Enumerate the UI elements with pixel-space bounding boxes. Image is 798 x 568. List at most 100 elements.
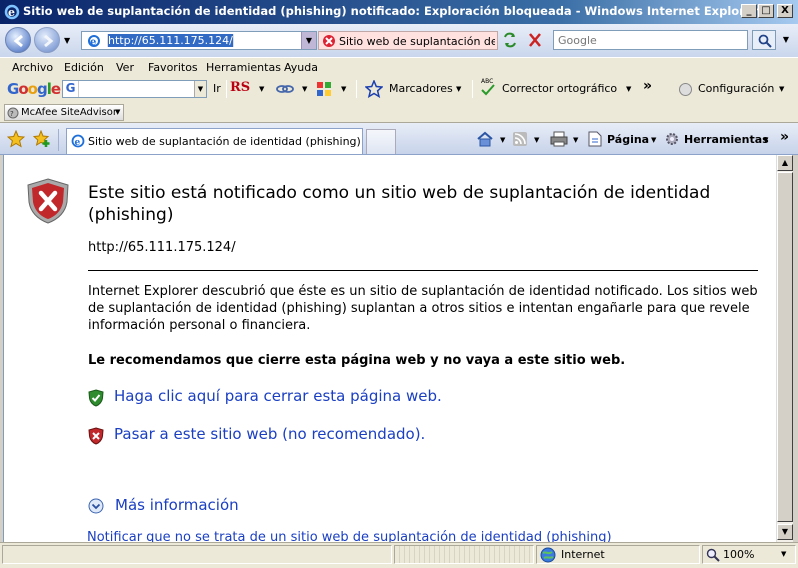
address-dropdown-icon[interactable]: ▼ [301,32,316,49]
window-title: Sitio web de suplantación de identidad (… [23,4,759,18]
add-favorite-icon[interactable] [33,130,51,148]
spellcheck-icon [481,84,495,96]
mcafee-siteadvisor-button[interactable]: ? McAfee SiteAdvisor ▼ [4,104,124,121]
back-arrow-icon [13,34,23,48]
forward-arrow-icon [44,34,54,48]
settings-button[interactable]: Configuración [698,82,774,95]
new-tab-button[interactable] [366,129,396,154]
tools-menu-button[interactable]: Herramientas [684,133,769,146]
scroll-up-button[interactable]: ▲ [777,155,793,171]
description-text: Internet Explorer descubrió que éste es … [88,284,758,333]
page-menu-dropdown-icon[interactable]: ▼ [651,136,656,144]
toolbar-separator [226,80,227,98]
tab-label: Sitio web de suplantación de identidad (… [88,135,360,148]
link-icon[interactable] [276,82,294,96]
toolbar-separator [356,80,357,98]
menu-ayuda[interactable]: Ayuda [284,61,318,74]
page-heading: Este sitio está notificado como un sitio… [88,183,711,225]
divider [88,270,758,271]
spellcheck-dropdown-icon[interactable]: ▼ [626,85,631,93]
toolbar-more-button[interactable]: » [643,78,652,94]
page-icon: e [88,35,100,48]
history-dropdown-icon[interactable]: ▼ [64,36,70,45]
svg-text:e: e [8,6,15,19]
menu-edicion[interactable]: Edición [64,61,104,74]
more-info-label: Más información [115,496,239,514]
bookmarks-dropdown-icon[interactable]: ▼ [456,85,461,93]
rs-button[interactable]: RS [230,80,250,95]
ie-logo-icon: e [4,4,20,20]
google-search-input[interactable]: G ▼ [62,80,207,98]
bookmarks-button[interactable]: Marcadores [389,82,453,95]
google-logo[interactable]: Google [7,80,61,98]
toolbar-separator [472,80,473,98]
flag-dropdown-icon[interactable]: ▼ [341,85,346,93]
scroll-down-button[interactable]: ▼ [777,524,793,540]
command-bar-more-button[interactable]: » [780,129,789,145]
zone-panel[interactable]: Internet [536,545,700,564]
windows-flag-icon[interactable] [316,81,332,97]
close-page-link-label: Haga clic aquí para cerrar esta página w… [114,387,442,405]
blocked-url: http://65.111.175.124/ [88,240,236,255]
search-options-dropdown-icon[interactable]: ▼ [778,30,794,50]
google-search-button[interactable]: G [63,81,79,97]
stop-button[interactable] [525,31,547,50]
mcafee-dropdown-icon[interactable]: ▼ [115,108,120,116]
continue-link-label: Pasar a este sitio web (no recomendado). [114,425,426,443]
feeds-dropdown-icon[interactable]: ▼ [534,136,539,144]
zoom-icon [706,548,720,562]
status-text-panel [2,545,392,564]
search-button[interactable] [752,30,776,50]
search-input[interactable]: Google [553,30,748,50]
zoom-level: 100% [723,548,755,561]
settings-dropdown-icon[interactable]: ▼ [779,85,784,93]
svg-text:e: e [75,138,81,148]
tab-phishing-site[interactable]: e Sitio web de suplantación de identidad… [66,128,363,154]
internet-globe-icon [540,547,556,563]
settings-icon [679,83,692,96]
feeds-icon[interactable] [512,131,528,147]
tools-dropdown-icon[interactable]: ▼ [763,136,768,144]
menu-ver[interactable]: Ver [116,61,134,74]
rs-dropdown-icon[interactable]: ▼ [259,85,264,93]
forward-button[interactable] [34,27,60,53]
close-window-button[interactable]: X [777,4,793,18]
minimize-button[interactable]: _ [741,4,757,18]
phishing-warning-icon [323,35,335,47]
search-icon [758,34,772,48]
print-icon[interactable] [550,131,568,147]
maximize-button[interactable]: □ [758,4,774,18]
link-dropdown-icon[interactable]: ▼ [302,85,307,93]
star-bookmarks-icon [365,80,383,98]
refresh-button[interactable] [500,31,522,50]
expand-chevron-icon [88,498,104,514]
page-menu-button[interactable]: Página [607,133,649,146]
tools-gear-icon [666,133,678,145]
favorites-star-icon[interactable] [7,130,25,148]
address-field[interactable]: e http://65.111.175.124/ ▼ [81,31,317,50]
more-info-toggle[interactable]: Más información [88,496,288,518]
svg-text:?: ? [10,110,14,118]
status-progress-panel [394,545,534,564]
home-dropdown-icon[interactable]: ▼ [500,136,505,144]
phishing-indicator[interactable]: Sitio web de suplantación de identidad (… [318,31,498,50]
menu-archivo[interactable]: Archivo [12,61,53,74]
close-page-link[interactable]: Haga clic aquí para cerrar esta página w… [88,387,488,409]
scroll-thumb[interactable] [777,172,793,522]
google-search-dropdown-icon[interactable]: ▼ [194,81,206,97]
continue-to-site-link[interactable]: Pasar a este sitio web (no recomendado). [88,425,488,447]
spellcheck-button[interactable]: Corrector ortográfico [502,82,617,95]
back-button[interactable] [5,27,31,53]
vertical-scrollbar[interactable]: ▲ ▼ [776,155,793,542]
tab-phishing-icon: e [71,134,85,148]
report-not-phishing-link[interactable]: Notificar que no se trata de un sitio we… [87,530,612,542]
print-dropdown-icon[interactable]: ▼ [573,136,578,144]
menu-herramientas[interactable]: Herramientas [206,61,281,74]
menu-favoritos[interactable]: Favoritos [148,61,198,74]
zoom-dropdown-icon[interactable]: ▼ [781,550,786,558]
zoom-panel[interactable]: 100% ▼ [702,545,796,564]
red-shield-icon [88,427,104,445]
refresh-icon [504,32,516,48]
home-icon[interactable] [476,131,494,147]
google-go-button[interactable]: Ir [213,82,221,95]
